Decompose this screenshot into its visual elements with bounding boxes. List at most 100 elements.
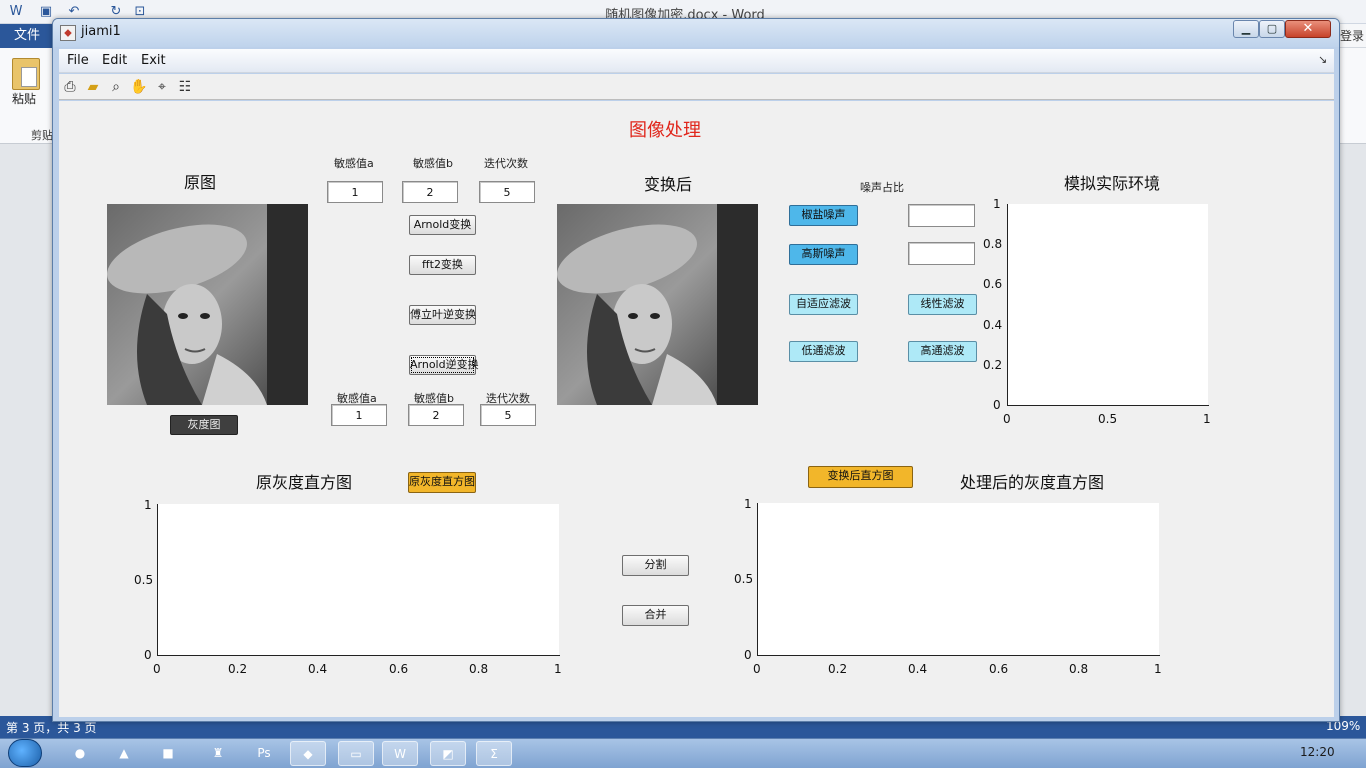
processed-hist-x-tick: 0.2 [828, 662, 848, 676]
processed-hist-y-tick: 0.5 [734, 572, 754, 586]
pan-hand-icon[interactable]: ✋ [130, 78, 148, 96]
orig-hist-y-axis [157, 504, 158, 656]
orig-hist-title: 原灰度直方图 [256, 473, 353, 492]
mathtype-icon[interactable]: Σ [476, 741, 512, 766]
adaptive-filter-button[interactable]: 自适应滤波 [789, 294, 858, 315]
close-button[interactable]: ✕ [1285, 20, 1331, 38]
processed-hist-x-tick: 1 [1154, 662, 1162, 676]
menu-edit[interactable]: Edit [102, 53, 127, 68]
inverse-fourier-button[interactable]: 傅立叶逆变换 [409, 305, 476, 325]
gaussian-ratio-input[interactable] [908, 242, 975, 265]
noise-ratio-label: 噪声占比 [860, 181, 904, 194]
highpass-filter-button[interactable]: 高通滤波 [908, 341, 977, 362]
lowpass-filter-button[interactable]: 低通滤波 [789, 341, 858, 362]
param-bottom-a-input[interactable] [331, 404, 387, 426]
orig-hist-y-tick: 0 [144, 648, 152, 662]
print-icon[interactable]: ⎙ [61, 78, 79, 96]
merge-button[interactable]: 合并 [622, 605, 689, 626]
chrome-icon[interactable]: ● [62, 741, 98, 766]
orig-hist-button[interactable]: 原灰度直方图 [408, 472, 476, 493]
paste-label[interactable]: 粘贴 [12, 90, 36, 107]
orig-hist-x-tick: 0.8 [469, 662, 489, 676]
clock[interactable]: 12:20 [1300, 745, 1335, 759]
legend-icon[interactable]: ☷ [176, 78, 194, 96]
transformed-image [557, 204, 758, 405]
env-axes-title: 模拟实际环境 [1064, 174, 1161, 193]
network-icon[interactable]: ♜ [200, 741, 236, 766]
split-button[interactable]: 分割 [622, 555, 689, 576]
orig-hist-x-tick: 0.6 [389, 662, 409, 676]
open-folder-icon[interactable]: ▰ [84, 78, 102, 96]
word-file-tab[interactable]: 文件 [0, 24, 54, 48]
param-bottom-b-input[interactable] [408, 404, 464, 426]
processed-hist-y-tick: 0 [744, 648, 752, 662]
param-top-b-input[interactable] [402, 181, 458, 203]
arnold-button[interactable]: Arnold变换 [409, 215, 476, 235]
data-cursor-icon[interactable]: ⌖ [153, 78, 171, 96]
env-y-axis [1007, 204, 1008, 406]
processed-hist-x-tick: 0.6 [989, 662, 1009, 676]
menu-collapse-icon[interactable]: ↘ [1318, 53, 1327, 66]
paste-icon[interactable] [12, 58, 40, 90]
figure-titlebar[interactable] [53, 19, 1339, 47]
env-y-tick: 0.2 [983, 358, 1003, 372]
salt-pepper-ratio-input[interactable] [908, 204, 975, 227]
gaussian-noise-button[interactable]: 高斯噪声 [789, 244, 858, 265]
orig-hist-x-tick: 0.2 [228, 662, 248, 676]
processed-hist-x-tick: 0.8 [1069, 662, 1089, 676]
orig-hist-x-tick: 0 [153, 662, 161, 676]
processed-hist-title: 处理后的灰度直方图 [960, 473, 1105, 492]
minimize-button[interactable]: ▁ [1233, 20, 1259, 38]
original-image-title: 原图 [184, 173, 217, 192]
menu-exit[interactable]: Exit [141, 53, 166, 68]
explorer-icon[interactable]: ▭ [338, 741, 374, 766]
maximize-button[interactable]: ▢ [1259, 20, 1285, 38]
matlab-figure-icon: ⬥ [60, 25, 76, 41]
transformed-hist-button[interactable]: 变换后直方图 [808, 466, 913, 488]
env-x-axis [1007, 405, 1209, 406]
env-y-tick: 0.4 [983, 318, 1003, 332]
param-top-label-b: 敏感值b [413, 157, 453, 170]
processed-hist-y-axis [757, 503, 758, 656]
salt-pepper-noise-button[interactable]: 椒盐噪声 [789, 205, 858, 226]
processed-hist-x-tick: 0 [753, 662, 761, 676]
save-icon[interactable]: ▣ [38, 4, 54, 20]
param-top-iter-input[interactable] [479, 181, 535, 203]
figure-menubar [59, 49, 1334, 73]
acrobat-icon[interactable]: ▲ [106, 741, 142, 766]
word-login-link[interactable]: 登录 [1340, 27, 1364, 44]
paint-icon[interactable]: ◩ [430, 741, 466, 766]
photoshop-icon[interactable]: Ps [246, 741, 282, 766]
matlab-icon[interactable]: ◆ [290, 741, 326, 766]
grayscale-button[interactable]: 灰度图 [170, 415, 238, 435]
processed-hist-x-tick: 0.4 [908, 662, 928, 676]
figure-toolbar [59, 74, 1334, 100]
orig-hist-axes[interactable] [157, 504, 559, 655]
param-top-a-input[interactable] [327, 181, 383, 203]
env-x-tick: 1 [1203, 412, 1211, 426]
orig-hist-y-tick: 0.5 [134, 573, 154, 587]
office-icon[interactable]: ■ [150, 741, 186, 766]
word-app-icon: W [9, 4, 23, 19]
arnold-inverse-button[interactable]: Arnold逆变换 [409, 355, 479, 375]
original-image [107, 204, 308, 405]
menu-file[interactable]: File [67, 53, 89, 68]
main-title: 图像处理 [629, 120, 701, 141]
env-y-tick: 0.8 [983, 237, 1003, 251]
zoom-icon[interactable]: ⌕ [107, 78, 125, 96]
figure-title: jiami1 [81, 24, 121, 39]
orig-hist-x-tick: 0.4 [308, 662, 328, 676]
word-icon[interactable]: W [382, 741, 418, 766]
env-x-tick: 0.5 [1098, 412, 1118, 426]
processed-hist-axes[interactable] [757, 503, 1159, 655]
orig-hist-x-axis [157, 655, 560, 656]
linear-filter-button[interactable]: 线性滤波 [908, 294, 977, 315]
start-button[interactable] [8, 739, 42, 767]
param-bottom-iter-input[interactable] [480, 404, 536, 426]
clipboard-group-label: 剪贴 [31, 129, 53, 142]
fft2-button[interactable]: fft2变换 [409, 255, 476, 275]
env-axes[interactable] [1007, 204, 1208, 405]
param-top-label-a: 敏感值a [334, 157, 374, 170]
param-top-label-iter: 迭代次数 [484, 157, 528, 170]
env-y-tick: 0 [993, 398, 1001, 412]
